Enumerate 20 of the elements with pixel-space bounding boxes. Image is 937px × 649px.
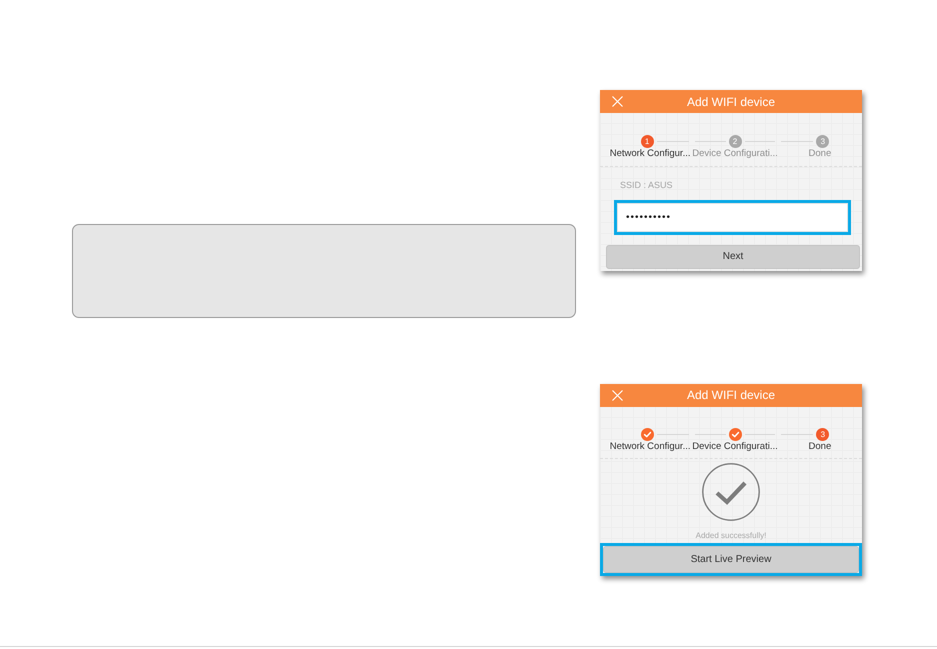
screen-title: Add WIFI device [686,94,776,110]
ssid-label: SSID : ASUS [620,180,673,190]
step-label: Done [808,440,832,452]
step-number: 3 [816,428,830,440]
step-label: Device Configurati... [692,440,778,452]
step-label: Network Configur... [610,148,690,159]
success-check-icon [702,462,760,520]
step-label: Network Configur... [610,440,690,452]
action-button[interactable]: Next [606,244,860,268]
close-icon[interactable] [612,390,623,400]
step-label: Done [808,148,832,159]
step-number: 3 [816,135,830,148]
password-field[interactable]: •••••••••• [617,202,848,232]
step-label: Device Configurati... [692,148,778,159]
status-message: Added successfully! [696,530,766,542]
step-number: 2 [728,135,742,148]
close-icon[interactable] [612,96,623,107]
action-button[interactable]: Start Live Preview [603,546,859,572]
step-number: 1 [640,135,654,148]
screen-title: Add WIFI device [686,387,776,404]
